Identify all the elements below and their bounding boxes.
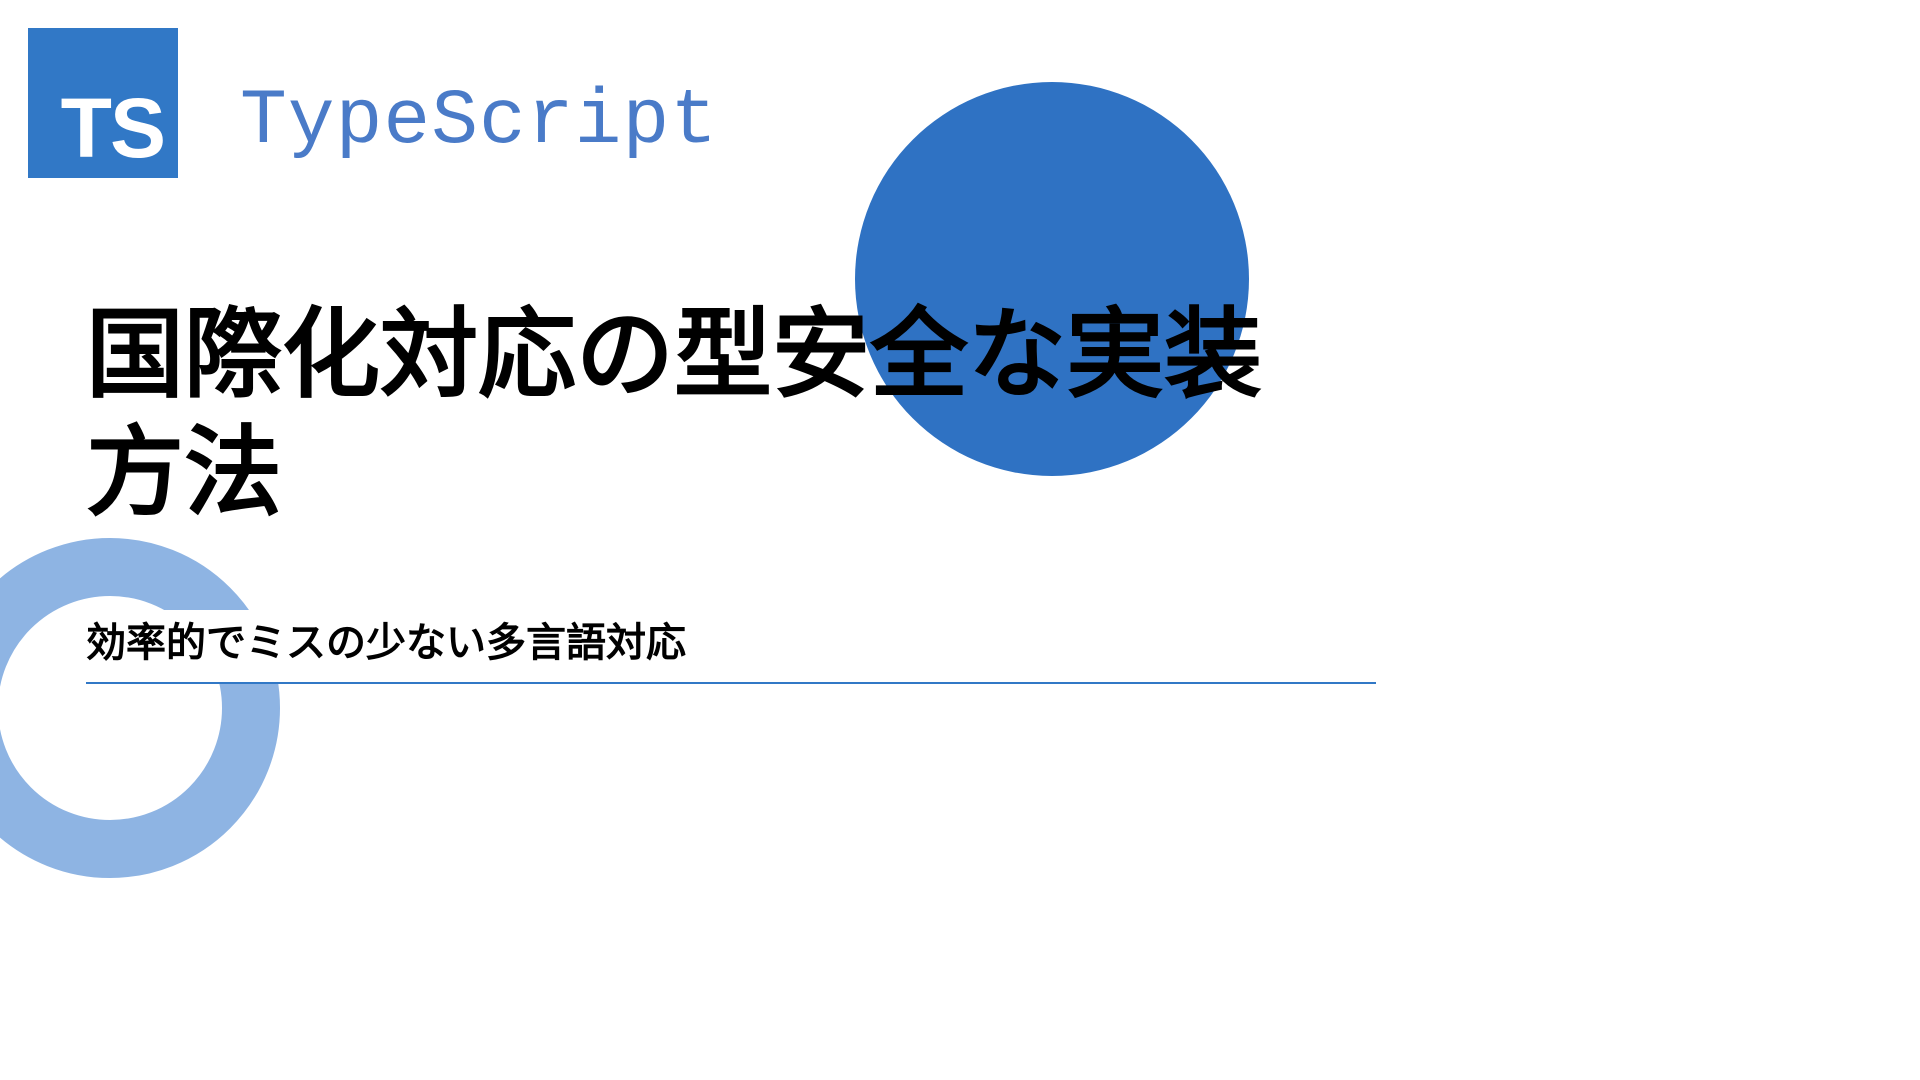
subtitle-block: 効率的でミスの少ない多言語対応 (86, 610, 1376, 684)
brand-name: TypeScript (240, 78, 718, 166)
slide-main-title: 国際化対応の型安全な実装方法 (86, 296, 1266, 531)
divider-line (86, 682, 1376, 684)
typescript-logo-icon: TS (28, 28, 178, 178)
slide-title: TS TypeScript 国際化対応の型安全な実装方法 効率的でミスの少ない多… (0, 0, 1452, 817)
typescript-logo-text: TS (61, 86, 164, 170)
slide-subtitle: 効率的でミスの少ない多言語対応 (86, 610, 1376, 682)
decor-ring (0, 538, 280, 878)
